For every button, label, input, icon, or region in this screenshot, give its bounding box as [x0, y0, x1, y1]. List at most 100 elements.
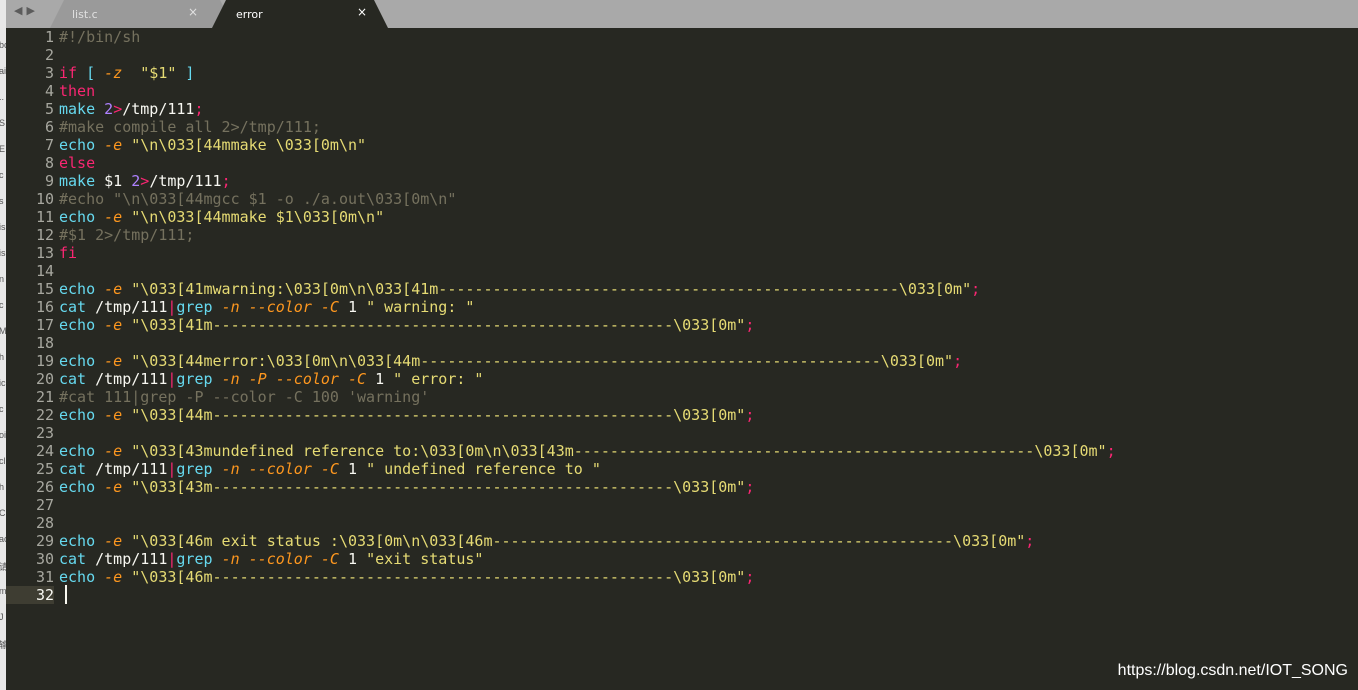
code-line[interactable]: #cat 111|grep -P --color -C 100 'warning…: [59, 388, 429, 406]
code-token: "exit status": [366, 550, 484, 568]
code-token: [: [77, 64, 105, 82]
close-icon[interactable]: ×: [357, 5, 367, 19]
line-number: 25: [35, 460, 54, 478]
background-text-fragment: h: [0, 352, 5, 362]
line-number: 7: [44, 136, 54, 154]
code-token: $1: [104, 172, 132, 190]
code-token: fi: [59, 244, 78, 262]
tab-label: error: [236, 8, 263, 21]
code-token: then: [59, 82, 96, 100]
code-token: echo: [59, 352, 105, 370]
code-token: 1: [338, 550, 367, 568]
code-line[interactable]: echo -e "\033[44merror:\033[0m\n\033[44m…: [59, 352, 962, 370]
code-line[interactable]: make 2>/tmp/111;: [59, 100, 204, 118]
code-line[interactable]: echo -e "\033[44m-----------------------…: [59, 406, 754, 424]
code-token: cat: [59, 550, 96, 568]
code-line[interactable]: echo -e "\033[43mundefined reference to:…: [59, 442, 1116, 460]
code-token: grep: [176, 460, 222, 478]
code-token: "\n\033[44mmake \033[0m\n": [131, 136, 367, 154]
code-token: cat: [59, 298, 96, 316]
code-token: grep: [176, 298, 222, 316]
code-token: -C: [320, 460, 339, 478]
code-line[interactable]: echo -e "\033[46m-----------------------…: [59, 568, 754, 586]
code-token: 2: [131, 172, 141, 190]
tab-nav-arrows-icon[interactable]: ◀▶: [14, 4, 39, 17]
line-number: 15: [35, 280, 54, 298]
code-token: ;: [194, 100, 204, 118]
background-text-fragment: c: [0, 404, 4, 414]
code-line[interactable]: make $1 2>/tmp/111;: [59, 172, 231, 190]
code-token: -n: [221, 370, 240, 388]
code-token: ;: [221, 172, 231, 190]
code-line[interactable]: if [ -z "$1" ]: [59, 64, 194, 82]
line-number: 13: [35, 244, 54, 262]
code-line[interactable]: #$1 2>/tmp/111;: [59, 226, 194, 244]
code-token: 1: [366, 370, 394, 388]
background-text-fragment: is: [0, 248, 6, 258]
line-number: 3: [44, 64, 54, 82]
code-token: --color: [248, 460, 312, 478]
line-number: 26: [35, 478, 54, 496]
code-token: echo: [59, 208, 105, 226]
code-token: cat: [59, 460, 96, 478]
code-editor[interactable]: 1 #!/bin/sh 2 3 if [ -z "$1" ] 4 then 5 make 2>/…: [6, 28, 1358, 690]
code-token: -e: [104, 316, 123, 334]
background-text-fragment: cl: [0, 456, 6, 466]
code-line[interactable]: cat /tmp/111|grep -n --color -C 1 "exit …: [59, 550, 483, 568]
code-line[interactable]: cat /tmp/111|grep -n --color -C 1 " unde…: [59, 460, 601, 478]
code-token: echo: [59, 442, 105, 460]
code-token: "\033[46m-------------------------------…: [131, 568, 746, 586]
line-number: 10: [35, 190, 54, 208]
code-token: make: [59, 100, 105, 118]
line-number: 28: [35, 514, 54, 532]
code-line[interactable]: cat /tmp/111|grep -n --color -C 1 " warn…: [59, 298, 474, 316]
close-icon[interactable]: ×: [188, 5, 198, 19]
tab-error[interactable]: error ×: [212, 0, 388, 28]
code-line[interactable]: else: [59, 154, 95, 172]
line-number: 14: [35, 262, 54, 280]
line-number: 9: [44, 172, 54, 190]
line-number: 19: [35, 352, 54, 370]
code-line[interactable]: echo -e "\033[43m-----------------------…: [59, 478, 754, 496]
code-token: ;: [745, 478, 755, 496]
code-token: grep: [176, 550, 222, 568]
code-line[interactable]: echo -e "\033[41m-----------------------…: [59, 316, 754, 334]
code-token: "\033[43m-------------------------------…: [131, 478, 746, 496]
code-token: /tmp/111: [122, 100, 195, 118]
code-token: "\033[41m-------------------------------…: [131, 316, 746, 334]
code-line[interactable]: fi: [59, 244, 77, 262]
code-line[interactable]: echo -e "\n\033[44mmake \033[0m\n": [59, 136, 366, 154]
code-line[interactable]: cat /tmp/111|grep -n -P --color -C 1 " e…: [59, 370, 483, 388]
code-line[interactable]: echo -e "\033[41mwarning:\033[0m\n\033[4…: [59, 280, 980, 298]
code-token: echo: [59, 316, 105, 334]
code-token: echo: [59, 406, 105, 424]
code-line[interactable]: #echo "\n\033[44mgcc $1 -o ./a.out\033[0…: [59, 190, 456, 208]
background-text-fragment: C: [0, 508, 6, 518]
tab-list-c[interactable]: list.c ×: [50, 0, 234, 28]
code-token: echo: [59, 280, 105, 298]
code-line[interactable]: then: [59, 82, 95, 100]
code-line[interactable]: echo -e "\n\033[44mmake $1\033[0m\n": [59, 208, 384, 226]
background-text-fragment: n: [0, 274, 5, 284]
code-token: /tmp/111: [95, 460, 168, 478]
code-line[interactable]: echo -e "\033[46m exit status :\033[0m\n…: [59, 532, 1034, 550]
code-token: -e: [104, 442, 123, 460]
line-number: 12: [35, 226, 54, 244]
code-token: -e: [104, 136, 123, 154]
line-number: 20: [35, 370, 54, 388]
code-line[interactable]: #!/bin/sh: [59, 28, 140, 46]
code-token: "\n\033[44mmake $1\033[0m\n": [131, 208, 385, 226]
code-token: --color: [248, 298, 312, 316]
code-token: grep: [176, 370, 222, 388]
code-line[interactable]: #make compile all 2>/tmp/111;: [59, 118, 321, 136]
code-token: echo: [59, 532, 105, 550]
code-token: >: [140, 172, 150, 190]
code-token: --color: [248, 550, 312, 568]
